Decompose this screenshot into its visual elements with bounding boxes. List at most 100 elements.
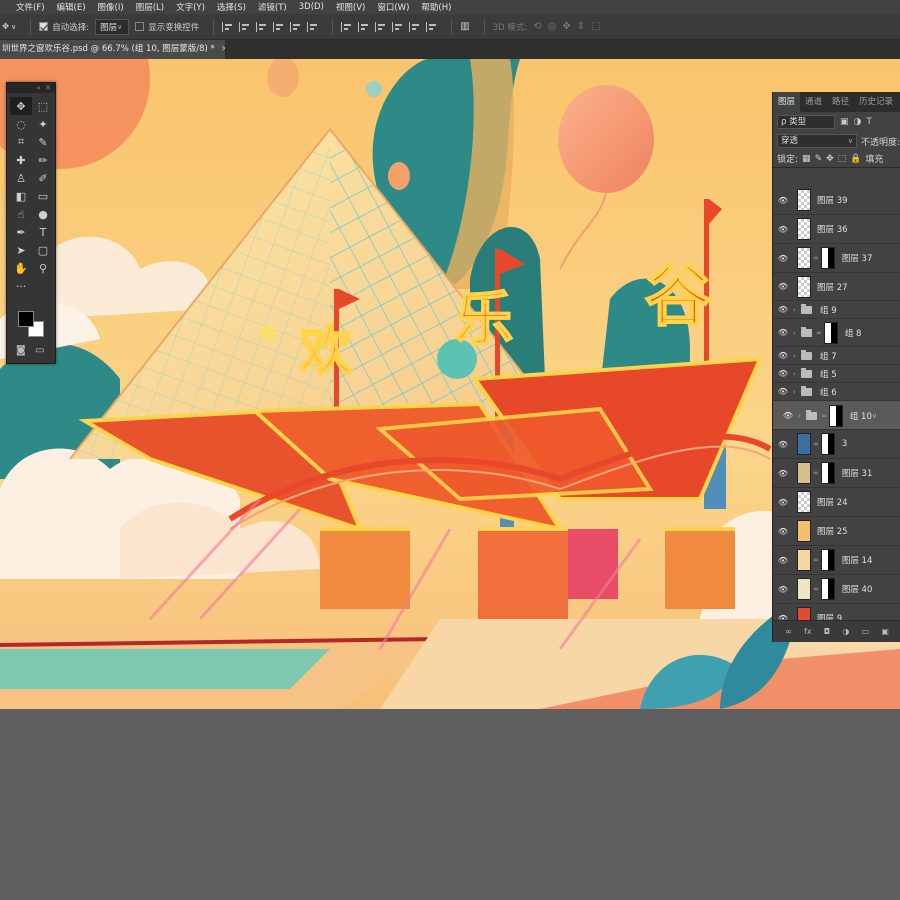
layer-thumbnail[interactable] — [797, 549, 811, 571]
visibility-eye-icon[interactable]: 👁 — [778, 411, 798, 420]
lasso-tool[interactable]: ◌ — [10, 115, 32, 133]
layer-thumbnail[interactable] — [797, 433, 811, 455]
layer-row[interactable]: 👁 图层 39 — [773, 186, 900, 215]
layer-row[interactable]: 👁 图层 9 — [773, 604, 900, 620]
smudge-tool[interactable]: ☝ — [10, 205, 32, 223]
distribute-right-icon[interactable] — [426, 21, 437, 32]
group-expand-icon[interactable]: › — [793, 306, 801, 314]
layer-row[interactable]: 👁 图层 24 — [773, 488, 900, 517]
layer-mask-thumbnail[interactable] — [828, 404, 843, 427]
filter-adjust-icon[interactable]: ◑ — [854, 117, 862, 127]
filter-type-icon[interactable]: T — [866, 117, 872, 127]
menu-item-6[interactable]: 滤镜(T) — [258, 1, 287, 13]
pen-tool[interactable]: ✒ — [10, 223, 32, 241]
layer-row[interactable]: 👁 图层 25 — [773, 517, 900, 546]
align-bottom-icon[interactable] — [307, 21, 318, 32]
shape-tool[interactable]: ▢ — [32, 241, 54, 259]
move-tool-preset[interactable]: ✥ ∨ — [2, 22, 16, 32]
visibility-eye-icon[interactable]: 👁 — [773, 254, 793, 263]
link-layers-icon[interactable]: ∞ — [785, 627, 792, 636]
path-select-tool[interactable]: ➤ — [10, 241, 32, 259]
tab-channels[interactable]: 通道 — [800, 92, 827, 112]
visibility-eye-icon[interactable]: 👁 — [773, 498, 793, 507]
heal-tool[interactable]: ✚ — [10, 151, 32, 169]
menu-item-10[interactable]: 帮助(H) — [421, 1, 451, 13]
3d-scale-icon[interactable]: ⬚ — [591, 21, 600, 32]
3d-orbit-icon[interactable]: ⟲ — [533, 21, 541, 32]
visibility-eye-icon[interactable]: 👁 — [773, 196, 793, 205]
group-expand-icon[interactable]: › — [793, 388, 801, 396]
auto-select-dropdown[interactable]: 图层 — [95, 18, 130, 35]
visibility-eye-icon[interactable]: 👁 — [773, 305, 793, 314]
menu-item-3[interactable]: 图层(L) — [136, 1, 164, 13]
visibility-eye-icon[interactable]: 👁 — [773, 282, 793, 291]
layer-thumbnail[interactable] — [797, 275, 811, 298]
group-expand-icon[interactable]: › — [793, 352, 801, 360]
auto-select-checkbox[interactable]: 自动选择: — [39, 21, 89, 33]
layer-thumbnail[interactable] — [797, 520, 811, 542]
tab-paths[interactable]: 路径 — [827, 92, 854, 112]
new-layer-icon[interactable]: ▣ — [881, 627, 889, 636]
screen-mode-icon[interactable]: ▭ — [35, 345, 44, 356]
layer-thumbnail[interactable] — [797, 491, 811, 513]
brush-tool[interactable]: ✏ — [32, 151, 54, 169]
magic-wand-tool[interactable]: ✦ — [32, 115, 54, 133]
3d-roll-icon[interactable]: ◎ — [548, 21, 557, 32]
mask-link-icon[interactable]: ∞ — [813, 469, 819, 477]
group-expand-icon[interactable]: › — [798, 412, 806, 420]
gradient-tool[interactable]: ▭ — [32, 187, 54, 205]
layer-mask-thumbnail[interactable] — [823, 321, 838, 344]
group-expand-icon[interactable]: › — [793, 329, 801, 337]
visibility-eye-icon[interactable]: 👁 — [773, 585, 793, 594]
show-transform-checkbox[interactable]: 显示变换控件 — [135, 21, 199, 33]
menu-item-5[interactable]: 选择(S) — [217, 1, 246, 13]
align-top-icon[interactable] — [273, 21, 284, 32]
fx-icon[interactable]: fx — [804, 627, 812, 636]
history-brush-tool[interactable]: ✐ — [32, 169, 54, 187]
lock-all-icon[interactable]: 🔒 — [850, 154, 861, 164]
align-vcenter-icon[interactable] — [290, 21, 301, 32]
visibility-eye-icon[interactable]: 👁 — [773, 225, 793, 234]
distribute-bottom-icon[interactable] — [375, 21, 386, 32]
type-tool[interactable]: T — [32, 223, 54, 241]
eraser-tool[interactable]: ◧ — [10, 187, 32, 205]
layer-thumbnail[interactable] — [797, 218, 811, 240]
3d-pan-icon[interactable]: ✥ — [562, 21, 570, 32]
hand-tool[interactable]: ✋ — [10, 259, 32, 277]
menu-item-1[interactable]: 编辑(E) — [57, 1, 86, 13]
visibility-eye-icon[interactable]: 👁 — [773, 369, 793, 378]
layer-row[interactable]: 👁 ∞ 图层 31 — [773, 459, 900, 488]
layer-row[interactable]: 👁 图层 27 — [773, 273, 900, 301]
eyedropper-tool[interactable]: ✎ — [32, 133, 54, 151]
tab-layers[interactable]: 图层 — [773, 92, 801, 112]
layer-group-row[interactable]: 👁 › 组 5 — [773, 365, 900, 383]
lock-image-icon[interactable]: ✎ — [815, 154, 823, 164]
visibility-eye-icon[interactable]: 👁 — [773, 351, 793, 360]
layer-row[interactable]: 👁 图层 36 — [773, 215, 900, 244]
layer-mask-thumbnail[interactable] — [820, 578, 835, 600]
layer-group-row[interactable]: 👁 › 组 9 — [773, 301, 900, 319]
quick-mask-icon[interactable]: ◙ — [16, 345, 26, 356]
menu-item-7[interactable]: 3D(D) — [299, 2, 324, 12]
layer-filter-dropdown[interactable]: ρ 类型 — [777, 115, 835, 129]
menu-item-9[interactable]: 窗口(W) — [377, 1, 409, 13]
mask-link-icon[interactable]: ∞ — [813, 585, 819, 593]
layer-thumbnail[interactable] — [797, 607, 811, 620]
layer-mask-thumbnail[interactable] — [820, 247, 835, 269]
layer-group-row[interactable]: 👁 › ∞ 组 10 — [773, 401, 900, 430]
align-hcenter-icon[interactable] — [239, 21, 250, 32]
mask-link-icon[interactable]: ∞ — [813, 556, 819, 564]
layer-mask-thumbnail[interactable] — [820, 549, 835, 571]
crop-tool[interactable]: ⌗ — [10, 133, 32, 151]
layer-mask-thumbnail[interactable] — [820, 462, 835, 484]
document-canvas[interactable]: 欢 乐 谷 — [0, 59, 900, 709]
layer-group-row[interactable]: 👁 › ∞ 组 8 — [773, 319, 900, 347]
distribute-left-icon[interactable] — [392, 21, 403, 32]
lock-position-icon[interactable]: ✥ — [826, 154, 834, 164]
move-tool[interactable]: ✥ — [10, 97, 32, 115]
group-expand-icon[interactable]: › — [793, 370, 801, 378]
3d-slide-icon[interactable]: ⇕ — [577, 21, 585, 32]
more-tools-icon[interactable]: ··· — [10, 277, 32, 295]
layer-row[interactable]: 👁 ∞ 3 — [773, 430, 900, 459]
lock-artboard-icon[interactable]: ⬚ — [838, 154, 847, 164]
